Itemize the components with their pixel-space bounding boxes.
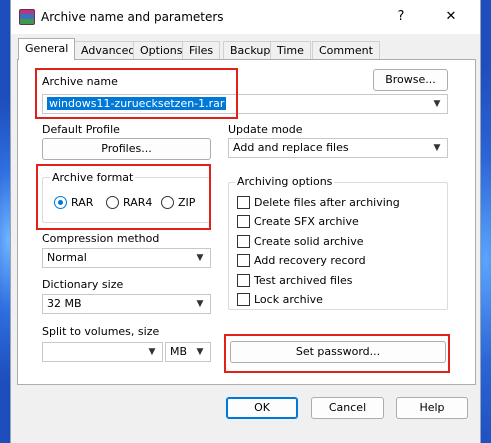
check-lock-archive-label: Lock archive — [254, 293, 323, 306]
close-icon[interactable]: ✕ — [438, 6, 464, 28]
split-volumes-unit-select[interactable]: MB ▼ — [165, 342, 211, 362]
window-title: Archive name and parameters — [41, 10, 224, 24]
check-lock-archive[interactable] — [237, 293, 250, 306]
chevron-down-icon[interactable]: ▼ — [194, 343, 206, 361]
tab-time[interactable]: Time — [270, 41, 311, 60]
split-volumes-size-input[interactable]: ▼ — [42, 342, 163, 362]
compression-method-label: Compression method — [42, 232, 160, 245]
tab-comment[interactable]: Comment — [312, 41, 380, 60]
split-volumes-unit: MB — [170, 345, 188, 358]
update-mode-label: Update mode — [228, 123, 303, 136]
split-volumes-label: Split to volumes, size — [42, 325, 160, 338]
tab-files[interactable]: Files — [182, 41, 221, 60]
tab-options[interactable]: Options — [133, 41, 190, 60]
chevron-down-icon[interactable]: ▼ — [146, 343, 158, 361]
check-create-sfx-label: Create SFX archive — [254, 215, 359, 228]
chevron-down-icon[interactable]: ▼ — [431, 95, 443, 113]
check-create-solid-label: Create solid archive — [254, 235, 364, 248]
winrar-app-icon — [19, 9, 35, 25]
cancel-button[interactable]: Cancel — [311, 397, 384, 419]
dictionary-size-select[interactable]: 32 MB ▼ — [42, 294, 211, 314]
help-title-button[interactable]: ? — [388, 6, 414, 28]
tab-bar: General Advanced Options Files Backup Ti… — [11, 38, 480, 60]
check-create-solid[interactable] — [237, 235, 250, 248]
compression-method-select[interactable]: Normal ▼ — [42, 248, 211, 268]
update-mode-value: Add and replace files — [233, 141, 349, 154]
title-bar: Archive name and parameters ? ✕ — [11, 0, 480, 34]
ok-button[interactable]: OK — [226, 397, 298, 419]
annotation-archive-format — [36, 164, 211, 230]
tab-general[interactable]: General — [18, 38, 76, 60]
default-profile-label: Default Profile — [42, 123, 120, 136]
check-delete-files[interactable] — [237, 196, 250, 209]
check-test-archived[interactable] — [237, 274, 250, 287]
general-panel: Archive name Browse... windows11-zurueck… — [17, 59, 476, 385]
annotation-set-password — [224, 334, 450, 373]
dictionary-size-label: Dictionary size — [42, 278, 124, 291]
browse-button[interactable]: Browse... — [373, 69, 448, 91]
archiving-options-label: Archiving options — [235, 175, 335, 188]
annotation-archive-name — [35, 68, 238, 119]
check-recovery-record-label: Add recovery record — [254, 254, 366, 267]
profiles-button[interactable]: Profiles... — [42, 138, 211, 160]
update-mode-select[interactable]: Add and replace files ▼ — [228, 138, 448, 158]
check-test-archived-label: Test archived files — [254, 274, 353, 287]
chevron-down-icon[interactable]: ▼ — [431, 139, 443, 157]
check-create-sfx[interactable] — [237, 215, 250, 228]
archive-dialog: Archive name and parameters ? ✕ General … — [10, 0, 481, 443]
compression-method-value: Normal — [47, 251, 87, 264]
check-delete-files-label: Delete files after archiving — [254, 196, 400, 209]
check-recovery-record[interactable] — [237, 254, 250, 267]
chevron-down-icon[interactable]: ▼ — [194, 295, 206, 313]
help-button[interactable]: Help — [396, 397, 468, 419]
chevron-down-icon[interactable]: ▼ — [194, 249, 206, 267]
dictionary-size-value: 32 MB — [47, 297, 82, 310]
